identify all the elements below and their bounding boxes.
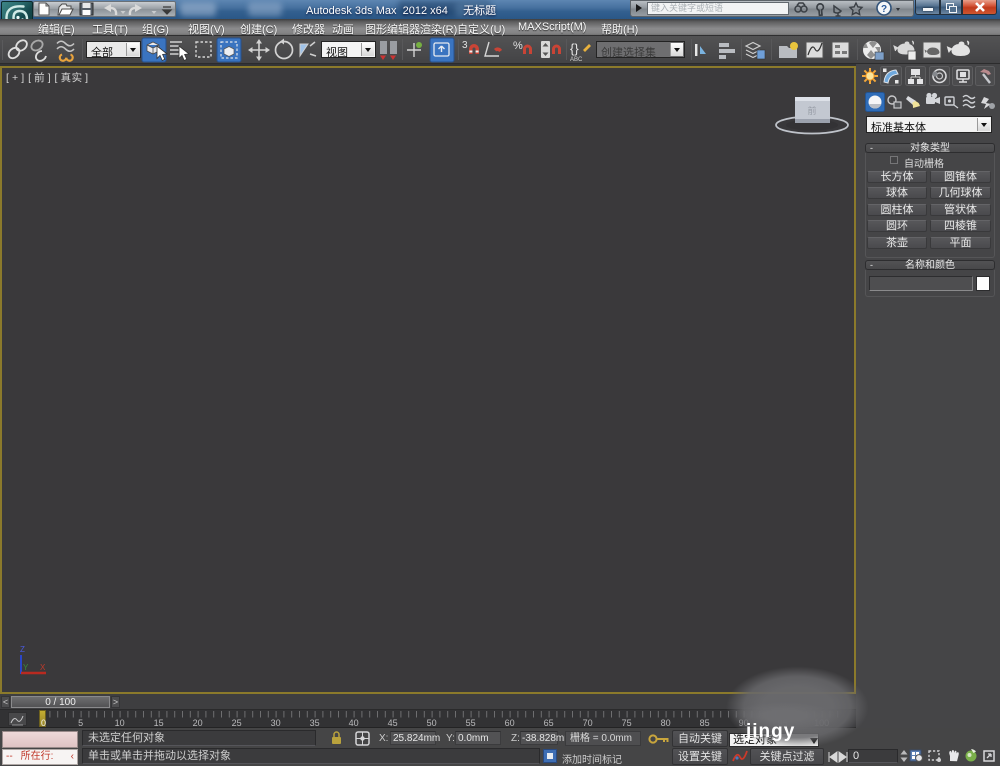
svg-text:35: 35	[310, 718, 320, 728]
svg-text:15: 15	[154, 718, 164, 728]
svg-text:45: 45	[388, 718, 398, 728]
svg-text:25: 25	[232, 718, 242, 728]
svg-text:?: ?	[881, 4, 887, 15]
svg-text:40: 40	[349, 718, 359, 728]
svg-text:70: 70	[583, 718, 593, 728]
svg-text:{}: {}	[570, 41, 579, 56]
svg-text:X: X	[40, 663, 46, 672]
svg-text:ABC: ABC	[570, 57, 583, 63]
svg-text:5: 5	[78, 718, 83, 728]
svg-text:Z: Z	[20, 645, 25, 654]
svg-text:55: 55	[466, 718, 476, 728]
svg-text:20: 20	[193, 718, 203, 728]
svg-text:75: 75	[622, 718, 632, 728]
svg-text:85: 85	[700, 718, 710, 728]
svg-text:10: 10	[115, 718, 125, 728]
svg-text:前: 前	[807, 105, 816, 116]
svg-text:60: 60	[505, 718, 515, 728]
svg-text:50: 50	[427, 718, 437, 728]
svg-text:3: 3	[462, 40, 468, 51]
svg-text:%: %	[513, 40, 523, 52]
svg-text:30: 30	[271, 718, 281, 728]
svg-text:Y: Y	[23, 663, 29, 672]
svg-text:65: 65	[544, 718, 554, 728]
svg-text:80: 80	[661, 718, 671, 728]
